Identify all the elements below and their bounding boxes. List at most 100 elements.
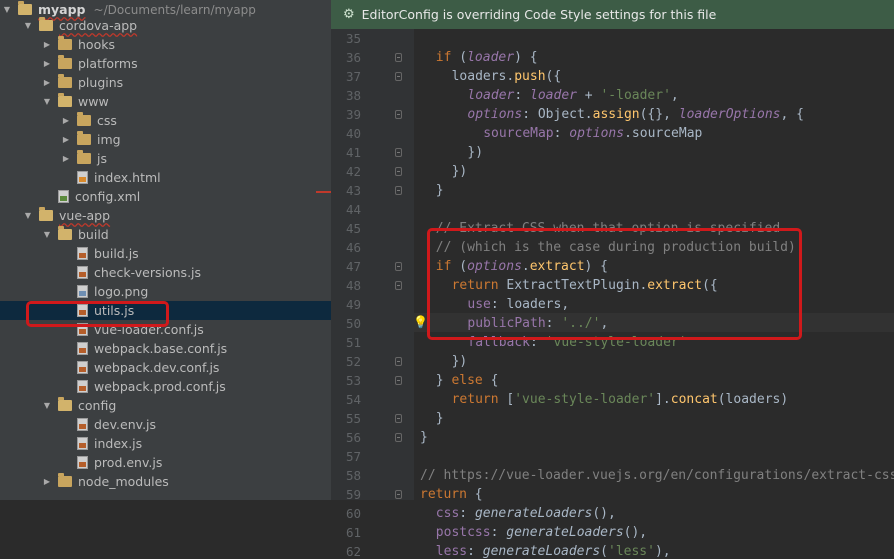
chevron-right-icon[interactable]: ▶ xyxy=(42,59,52,69)
tree-item-label: node_modules xyxy=(78,474,169,489)
js-file-icon xyxy=(77,361,88,374)
tree-item-label: build xyxy=(78,227,109,242)
chevron-down-icon[interactable]: ▼ xyxy=(42,401,52,411)
folder-icon xyxy=(18,1,32,15)
line-number: 39 xyxy=(345,107,361,122)
js-file-icon xyxy=(77,456,88,469)
fold-marker-icon[interactable] xyxy=(395,167,402,176)
chevron-down-icon[interactable]: ▼ xyxy=(42,230,52,240)
line-number: 52 xyxy=(345,354,361,369)
fold-marker-icon[interactable] xyxy=(395,433,402,442)
line-number: 43 xyxy=(345,183,361,198)
line-number: 46 xyxy=(345,240,361,255)
fold-marker-icon[interactable] xyxy=(395,490,402,499)
tree-folder[interactable]: ▼ www xyxy=(0,92,331,111)
folder-icon xyxy=(58,74,72,88)
chevron-right-icon[interactable]: ▶ xyxy=(61,135,71,145)
line-number: 56 xyxy=(345,430,361,445)
tree-file[interactable]: index.js xyxy=(0,434,331,453)
tree-item-label: webpack.dev.conf.js xyxy=(94,360,220,375)
tree-item-label: cordova-app xyxy=(59,18,138,33)
tree-item-label: check-versions.js xyxy=(94,265,202,280)
line-number: 62 xyxy=(345,544,361,559)
tree-file[interactable]: dev.env.js xyxy=(0,415,331,434)
code-editor[interactable]: ⚙ EditorConfig is overriding Code Style … xyxy=(331,0,894,559)
tree-file[interactable]: webpack.base.conf.js xyxy=(0,339,331,358)
fold-marker-icon[interactable] xyxy=(395,148,402,157)
tree-folder[interactable]: ▶ js xyxy=(0,149,331,168)
code-line: postcss: generateLoaders(), xyxy=(435,525,648,540)
chevron-down-icon[interactable]: ▼ xyxy=(23,211,33,221)
tree-file[interactable]: index.html xyxy=(0,168,331,187)
tree-item-label: index.js xyxy=(94,436,143,451)
line-number: 45 xyxy=(345,221,361,236)
folder-icon xyxy=(58,36,72,50)
code-line: } else { xyxy=(435,373,499,388)
code-line: options: Object.assign({}, loaderOptions… xyxy=(467,107,804,122)
code-line: css: generateLoaders(), xyxy=(435,506,616,521)
line-number: 61 xyxy=(345,525,361,540)
fold-marker-icon[interactable] xyxy=(395,186,402,195)
tree-folder[interactable]: ▼ config xyxy=(0,396,331,415)
fold-marker-icon[interactable] xyxy=(395,262,402,271)
line-number: 36 xyxy=(345,50,361,65)
tree-file[interactable]: logo.png xyxy=(0,282,331,301)
chevron-right-icon[interactable]: ▶ xyxy=(42,477,52,487)
tree-folder[interactable]: ▶ hooks xyxy=(0,35,331,54)
code-line: if (loader) { xyxy=(435,50,538,65)
fold-marker-icon[interactable] xyxy=(395,357,402,366)
js-file-icon xyxy=(77,418,88,431)
line-number: 58 xyxy=(345,468,361,483)
folder-icon xyxy=(58,93,72,107)
tree-file[interactable]: webpack.dev.conf.js xyxy=(0,358,331,377)
js-file-icon xyxy=(77,266,88,279)
highlight-box-utils xyxy=(26,301,169,327)
code-line: } xyxy=(435,411,444,426)
chevron-right-icon[interactable]: ▶ xyxy=(42,40,52,50)
tree-folder[interactable]: ▼ build xyxy=(0,225,331,244)
tree-item-label: build.js xyxy=(94,246,139,261)
tree-file[interactable]: build.js xyxy=(0,244,331,263)
tree-folder[interactable]: ▶ node_modules xyxy=(0,472,331,491)
tree-item-label: platforms xyxy=(78,56,138,71)
chevron-right-icon[interactable]: ▶ xyxy=(61,154,71,164)
line-number: 41 xyxy=(345,145,361,160)
tree-folder[interactable]: ▼ vue-app xyxy=(0,206,331,225)
tree-file[interactable]: config.xml xyxy=(0,187,331,206)
fold-marker-icon[interactable] xyxy=(395,53,402,62)
tree-folder[interactable]: ▶ platforms xyxy=(0,54,331,73)
chevron-right-icon[interactable]: ▶ xyxy=(42,78,52,88)
fold-marker-icon[interactable] xyxy=(395,72,402,81)
tree-file[interactable]: check-versions.js xyxy=(0,263,331,282)
tree-folder[interactable]: ▶ plugins xyxy=(0,73,331,92)
tree-item-label: js xyxy=(97,151,107,166)
line-number: 50 xyxy=(345,316,361,331)
fold-marker-icon[interactable] xyxy=(395,414,402,423)
tree-file[interactable]: prod.env.js xyxy=(0,453,331,472)
line-gutter[interactable]: 35 36 37 38 39 40 41 42 43 44 45 46 47 48 49 50 51 52 53 54… xyxy=(331,29,414,559)
tree-item-label: config.xml xyxy=(75,189,141,204)
js-file-icon xyxy=(77,380,88,393)
tree-folder[interactable]: ▶ css xyxy=(0,111,331,130)
chevron-down-icon[interactable]: ▼ xyxy=(42,97,52,107)
fold-marker-icon[interactable] xyxy=(395,281,402,290)
folder-icon xyxy=(77,150,91,164)
code-line: }) xyxy=(451,354,468,369)
fold-marker-icon[interactable] xyxy=(395,376,402,385)
line-number: 37 xyxy=(345,69,361,84)
chevron-down-icon[interactable]: ▼ xyxy=(2,5,12,15)
chevron-down-icon[interactable]: ▼ xyxy=(23,21,33,31)
folder-icon xyxy=(58,397,72,411)
tree-folder[interactable]: ▼ cordova-app xyxy=(0,16,331,35)
fold-marker-icon[interactable] xyxy=(395,110,402,119)
tree-item-label: plugins xyxy=(78,75,124,90)
line-number: 47 xyxy=(345,259,361,274)
line-number: 38 xyxy=(345,88,361,103)
line-number: 40 xyxy=(345,126,361,141)
lightbulb-icon[interactable]: 💡 xyxy=(413,315,428,329)
tree-item-label: www xyxy=(78,94,109,109)
tree-folder[interactable]: ▶ img xyxy=(0,130,331,149)
tree-file[interactable]: webpack.prod.conf.js xyxy=(0,377,331,396)
code-line: // https://vue-loader.vuejs.org/en/confi… xyxy=(420,468,894,483)
chevron-right-icon[interactable]: ▶ xyxy=(61,116,71,126)
